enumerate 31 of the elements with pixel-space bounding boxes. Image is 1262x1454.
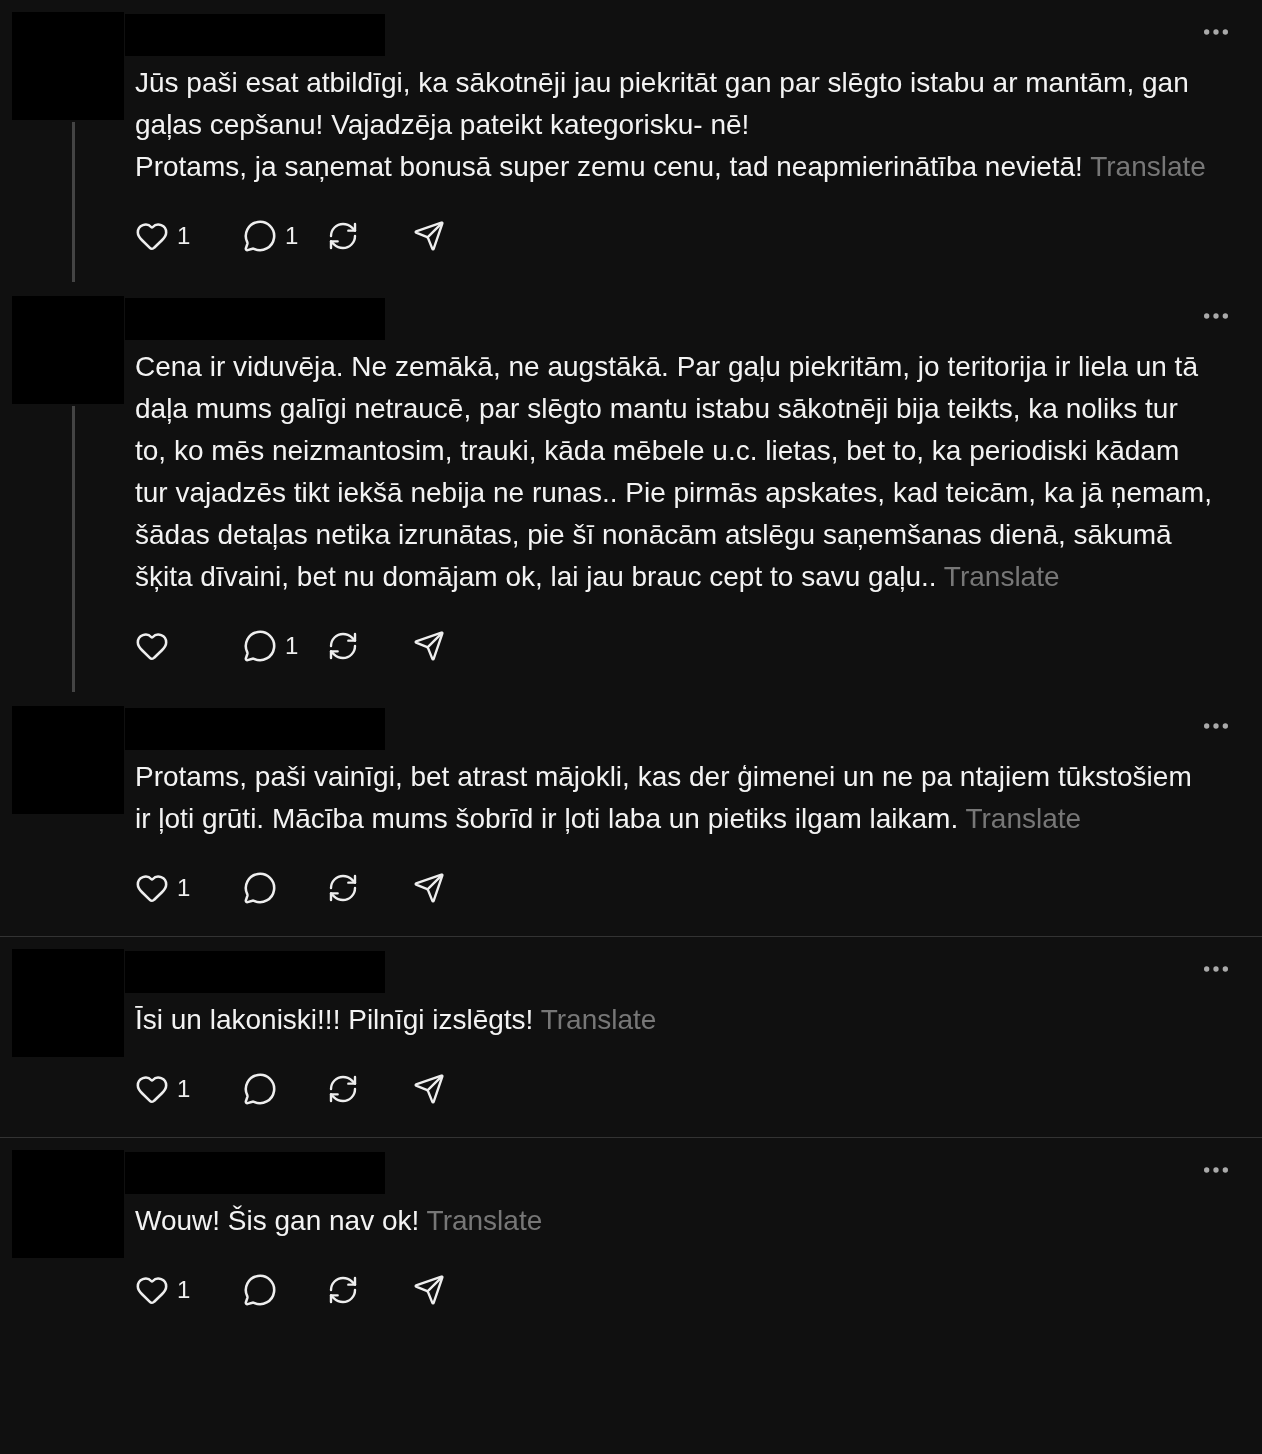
translate-link[interactable]: Translate <box>426 1205 543 1236</box>
repost-icon[interactable] <box>327 1073 359 1105</box>
speech-bubble-icon <box>243 1273 277 1307</box>
share-button[interactable] <box>413 1274 445 1306</box>
like-button[interactable]: 1 <box>135 870 243 906</box>
like-button[interactable]: 1 <box>135 1272 243 1308</box>
comment-text: Cena ir viduvēja. Ne zemākā, ne augstākā. Par gaļu piekritām, jo teritorija ir liela un tā daļa mums galīgi netraucē, par slēgto mantu istabu sākotnēji bija teikts, ka noliks tur to, ko mēs neizmantosim, trauki, kāda mēbele u.c. lietas, bet to, ka periodiski kādam tur vajadzēs tikt iekšā nebija ne runas.. Pie pirmās apskates, kad teicām, ka jā ņemam, šādas detaļas netika izrunātas, pie šī nonācām atslēgu saņemšanas dienā, sākumā šķita dīvaini, bet nu domājam ok, lai jau brauc cept to savu gaļu.. Translate <box>135 350 1212 594</box>
translate-link[interactable]: Translate <box>965 803 1082 834</box>
reply-button[interactable]: 1 <box>243 628 327 664</box>
share-button[interactable] <box>413 220 445 252</box>
repost-icon[interactable] <box>327 1274 359 1306</box>
repost-icon[interactable] <box>327 220 359 252</box>
like-button[interactable]: 1 <box>135 1071 243 1107</box>
like-button[interactable]: 1 <box>135 218 243 254</box>
speech-bubble-icon <box>243 219 277 253</box>
speech-bubble-icon <box>243 1072 277 1106</box>
repost-icon[interactable] <box>327 630 359 662</box>
reply-button[interactable]: 1 <box>243 218 327 254</box>
translate-link[interactable]: Translate <box>943 561 1060 592</box>
share-button[interactable] <box>413 1073 445 1105</box>
comment-text: Wouw! Šis gan nav ok! Translate <box>135 1204 544 1238</box>
translate-link[interactable]: Translate <box>1090 151 1206 182</box>
repost-icon[interactable] <box>327 872 359 904</box>
translate-link[interactable]: Translate <box>540 1004 657 1035</box>
share-button[interactable] <box>413 872 445 904</box>
speech-bubble-icon <box>243 871 277 905</box>
comment-text: Protams, paši vainīgi, bet atrast mājokli, kas der ģimenei un ne pa ntajiem tūkstošiem ir ļoti grūti. Mācība mums šobrīd ir ļoti laba un pietiks ilgam laikam. Translate <box>135 760 1193 836</box>
share-button[interactable] <box>413 630 445 662</box>
comment-text: Jūs paši esat atbildīgi, ka sākotnēji jau piekritāt gan par slēgto istabu ar mantām, gan gaļas cepšanu! Vajadzēja pateikt kategorisku- nē! Protams, ja saņemat bonusā super zemu cenu, tad neapmierinātība nevietā! Translate <box>135 66 1207 184</box>
comment-text: Īsi un lakoniski!!! Pilnīgi izslēgts! Translate <box>135 1003 658 1037</box>
speech-bubble-icon <box>243 629 277 663</box>
